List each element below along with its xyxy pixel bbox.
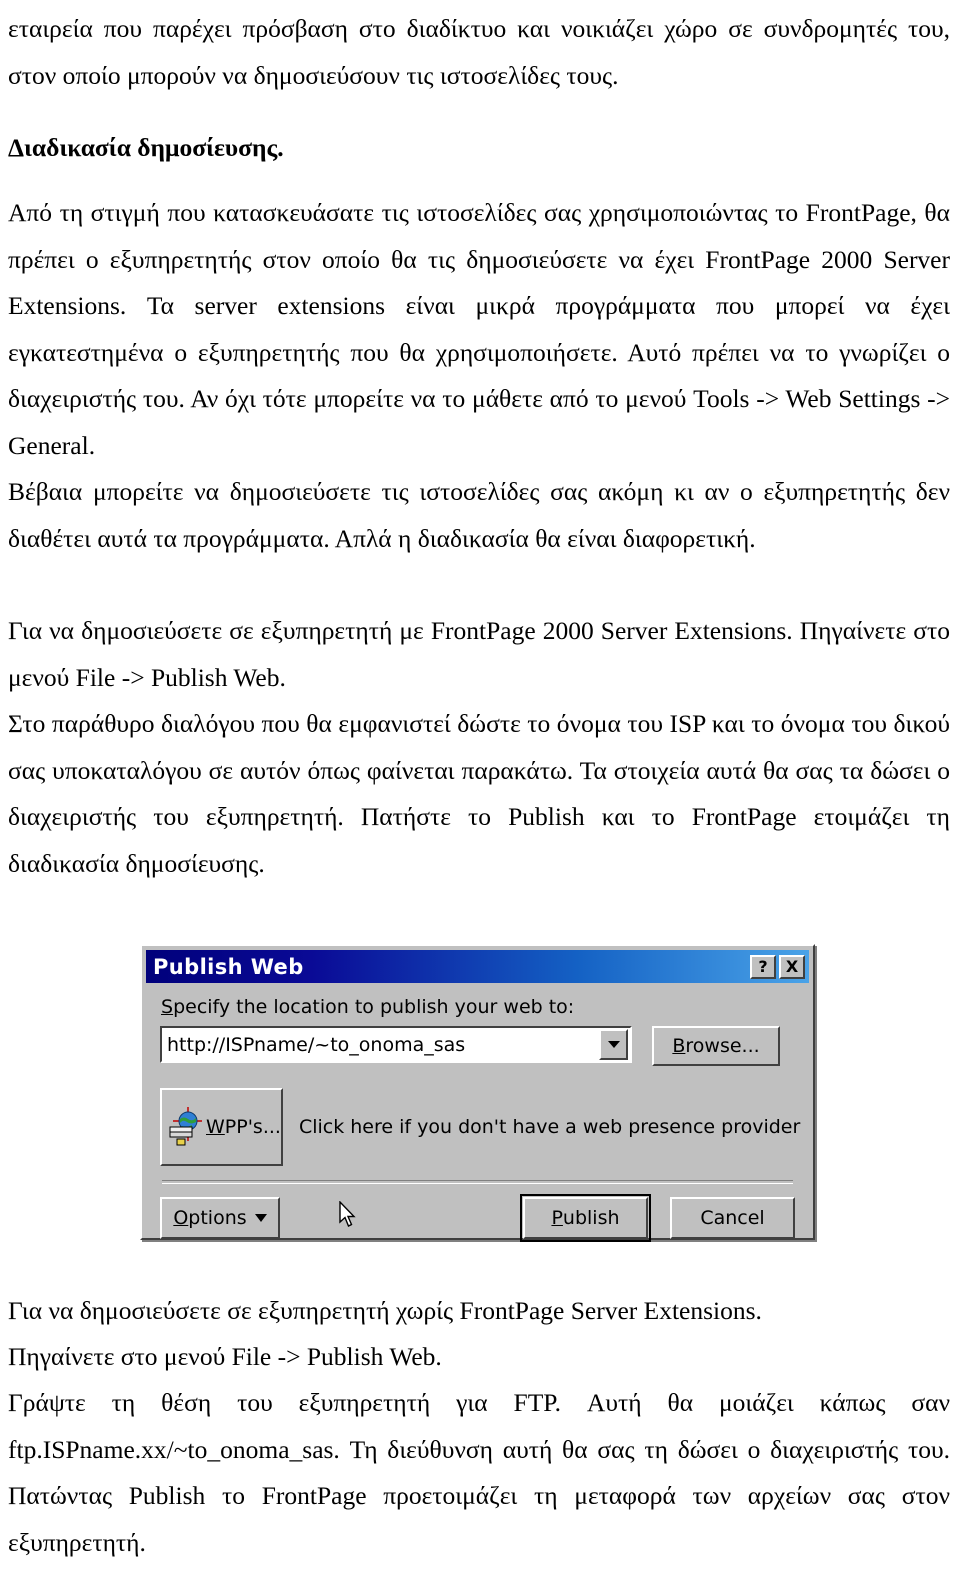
location-combobox[interactable]: http://ISPname/~to_onoma_sas [160,1026,632,1063]
location-row: http://ISPname/~to_onoma_sas Browse... [160,1026,795,1066]
publish-label-rest: ublish [562,1207,620,1229]
text-block-intro: εταιρεία που παρέχει πρόσβαση στο διαδίκ… [8,6,950,99]
publish-web-dialog: Publish Web ? X Specify the location to … [140,944,815,1242]
wpp-hint-text: Click here if you don't have a web prese… [298,1116,801,1138]
paragraph-no-extensions-menu: Πηγαίνετε στο μενού File -> Publish Web. [8,1342,442,1371]
document-page: εταιρεία που παρέχει πρόσβαση στο διαδίκ… [0,0,960,1577]
options-accesskey: O [173,1207,189,1229]
publish-accesskey: P [551,1207,563,1229]
help-button[interactable]: ? [750,954,776,979]
location-label-rest: pecify the location to publish your web … [173,996,575,1018]
dialog-inner-frame: Publish Web ? X Specify the location to … [142,946,813,1242]
caret-down-icon [254,1214,267,1222]
text-block-with-ext-1: Για να δημοσιεύσετε σε εξυπηρετητή με Fr… [8,608,950,701]
page-heading: Διαδικασία δημοσίευσης. [8,133,284,162]
paragraph-intro: εταιρεία που παρέχει πρόσβαση στο διαδίκ… [8,14,950,90]
wpp-accesskey: W [206,1116,225,1138]
globe-server-icon [168,1107,202,1147]
options-button[interactable]: Options [160,1197,280,1239]
text-block-without: Βέβαια μπορείτε να δημοσιεύσετε τις ιστο… [8,469,950,562]
location-label-accesskey: S [161,996,174,1018]
text-block-no-ext-3: Γράψτε τη θέση του εξυπηρετητή για FTP. … [8,1380,950,1566]
browse-accesskey: B [672,1035,686,1057]
close-icon[interactable]: X [779,954,805,979]
dialog-body: Specify the location to publish your web… [146,983,809,1247]
wpp-label-rest: PP's... [224,1116,281,1138]
browse-label-rest: rowse... [685,1035,760,1057]
location-label: Specify the location to publish your web… [161,996,795,1018]
location-input[interactable]: http://ISPname/~to_onoma_sas [162,1034,599,1056]
chevron-down-glyph [607,1041,620,1048]
wpp-button[interactable]: WPP's... [160,1088,283,1166]
primary-actions: Publish Cancel [520,1194,795,1242]
titlebar-buttons: ? X [750,954,805,979]
options-label-rest: ptions [188,1207,247,1229]
paragraph-extensions: Από τη στιγμή που κατασκευάσατε τις ιστο… [8,198,950,460]
wpp-row: WPP's... Click here if you don't have a … [160,1088,800,1166]
chevron-down-icon[interactable] [599,1029,628,1060]
browse-button[interactable]: Browse... [652,1026,780,1066]
section-heading-wrap: Διαδικασία δημοσίευσης. [8,125,950,172]
paragraph-with-extensions-intro: Για να δημοσιεύσετε σε εξυπηρετητή με Fr… [8,616,950,692]
dialog-action-row: Options Publish Cancel [160,1194,795,1242]
text-block-no-ext-2: Πηγαίνετε στο μενού File -> Publish Web. [8,1334,950,1381]
cancel-button[interactable]: Cancel [670,1197,795,1239]
wpp-button-label: WPP's... [206,1116,281,1138]
dialog-title: Publish Web [153,954,304,979]
paragraph-dialog-instructions: Στο παράθυρο διαλόγου που θα εμφανιστεί … [8,709,950,878]
text-block-with-ext-2: Στο παράθυρο διαλόγου που θα εμφανιστεί … [8,701,950,887]
paragraph-no-extensions-title: Για να δημοσιεύσετε σε εξυπηρετητή χωρίς… [8,1296,762,1325]
dialog-titlebar[interactable]: Publish Web ? X [146,950,809,983]
dialog-divider [162,1180,793,1184]
text-block-extensions: Από τη στιγμή που κατασκευάσατε τις ιστο… [8,190,950,469]
paragraph-without-extensions: Βέβαια μπορείτε να δημοσιεύσετε τις ιστο… [8,477,950,553]
publish-button[interactable]: Publish [520,1194,651,1242]
paragraph-no-extensions-ftp: Γράψτε τη θέση του εξυπηρετητή για FTP. … [8,1388,950,1557]
text-block-no-ext-1: Για να δημοσιεύσετε σε εξυπηρετητή χωρίς… [8,1288,950,1335]
options-button-label: Options [173,1207,246,1229]
